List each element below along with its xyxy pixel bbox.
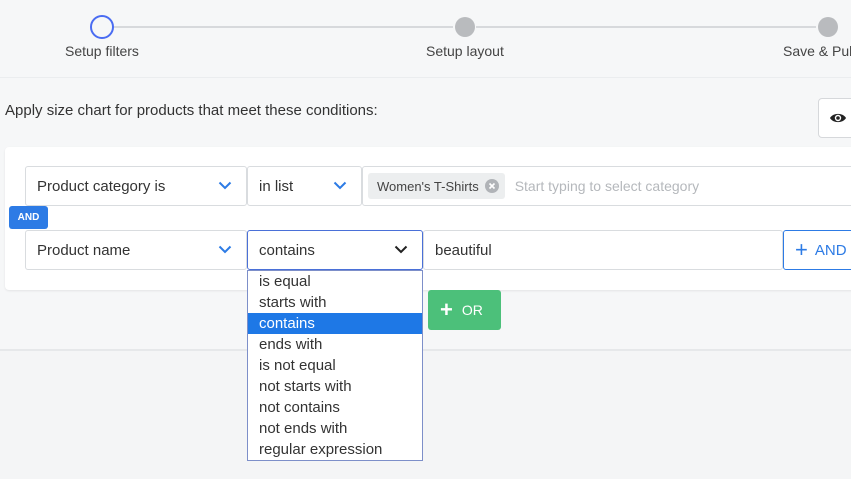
- wizard-stepper: Setup filters Setup layout Save & Publis…: [0, 0, 851, 78]
- dropdown-option-not-ends-with[interactable]: not ends with: [248, 418, 422, 439]
- stepper-line: [114, 26, 453, 28]
- add-and-label: AND: [814, 241, 847, 259]
- eye-icon: [830, 113, 846, 123]
- category-search-placeholder[interactable]: Start typing to select category: [515, 178, 699, 194]
- dropdown-option-not-starts-with[interactable]: not starts with: [248, 376, 422, 397]
- dropdown-option-regular-expression[interactable]: regular expression: [248, 439, 422, 460]
- category-multiselect[interactable]: Women's T-Shirts Start typing to select …: [362, 166, 851, 206]
- field-select-row2[interactable]: Product name: [25, 230, 247, 270]
- step-label-save-publish[interactable]: Save & Publish: [783, 43, 851, 59]
- step-dot-setup-layout[interactable]: [455, 17, 475, 37]
- add-or-group-button[interactable]: + OR: [428, 290, 501, 330]
- value-input-text: beautiful: [435, 241, 492, 259]
- chevron-down-icon: [394, 245, 408, 254]
- plus-icon: +: [440, 297, 453, 322]
- step-label-setup-filters[interactable]: Setup filters: [65, 43, 139, 59]
- value-input-row2[interactable]: beautiful: [423, 230, 783, 270]
- dropdown-option-not-contains[interactable]: not contains: [248, 397, 422, 418]
- operator-select-value: contains: [259, 241, 315, 259]
- close-circle-icon[interactable]: [484, 179, 499, 193]
- and-connector-badge: AND: [9, 206, 48, 229]
- stepper-line: [476, 26, 816, 28]
- step-dot-setup-filters[interactable]: [90, 15, 114, 39]
- operator-select-value: in list: [259, 177, 294, 195]
- chevron-down-icon: [333, 181, 347, 190]
- dropdown-option-ends-with[interactable]: ends with: [248, 334, 422, 355]
- panel-divider: [0, 349, 851, 351]
- field-select-value: Product name: [37, 241, 131, 259]
- field-select-row1[interactable]: Product category is: [25, 166, 247, 206]
- field-select-value: Product category is: [37, 177, 166, 195]
- dropdown-option-is-not-equal[interactable]: is not equal: [248, 355, 422, 376]
- dropdown-option-starts-with[interactable]: starts with: [248, 292, 422, 313]
- step-dot-save-publish[interactable]: [818, 17, 838, 37]
- preview-button[interactable]: [818, 98, 851, 138]
- operator-select-row1[interactable]: in list: [247, 166, 362, 206]
- add-or-label: OR: [461, 302, 483, 318]
- plus-icon: +: [795, 237, 808, 262]
- conditions-heading: Apply size chart for products that meet …: [5, 102, 378, 119]
- dropdown-option-contains[interactable]: contains: [248, 313, 422, 334]
- operator-select-row2[interactable]: contains: [247, 230, 423, 270]
- dropdown-option-is-equal[interactable]: is equal: [248, 271, 422, 292]
- category-tag: Women's T-Shirts: [368, 173, 505, 199]
- chevron-down-icon: [218, 181, 232, 190]
- operator-dropdown-list: is equal starts with contains ends with …: [247, 270, 423, 461]
- chevron-down-icon: [218, 245, 232, 254]
- step-label-setup-layout[interactable]: Setup layout: [426, 43, 504, 59]
- category-tag-label: Women's T-Shirts: [377, 178, 479, 194]
- add-and-condition-button[interactable]: + AND: [783, 230, 851, 270]
